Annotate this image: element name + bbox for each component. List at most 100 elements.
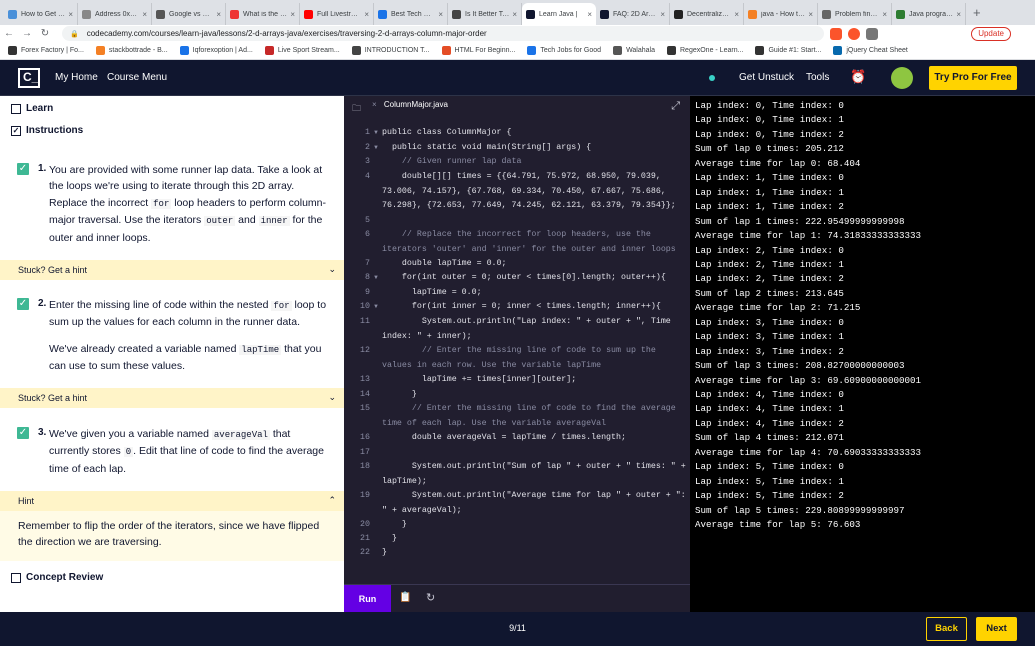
code-line[interactable]: // Given runner lap data	[382, 155, 687, 170]
notifications-bell-icon[interactable]: ⏰	[850, 69, 866, 85]
folder-icon[interactable]: 🗀	[352, 101, 361, 117]
close-tab-icon[interactable]: ×	[68, 10, 73, 19]
bookmark-item[interactable]: Iqforexoption | Ad...	[179, 46, 253, 55]
browser-tab[interactable]: Java program to×	[892, 3, 966, 25]
course-menu-link[interactable]: Course Menu	[107, 72, 167, 83]
brave-rewards-icon[interactable]	[848, 27, 860, 40]
bookmark-item[interactable]: Guide #1: Start...	[755, 46, 821, 55]
task-3: ✓ 3. We've given you a variable named av…	[17, 427, 337, 477]
copy-icon[interactable]: 📋	[399, 592, 411, 603]
code-line[interactable]: }	[382, 388, 687, 403]
close-tab-icon[interactable]: ×	[290, 10, 295, 19]
codecademy-logo[interactable]: C_	[18, 68, 40, 88]
update-button[interactable]: Update	[971, 26, 1011, 41]
file-tab[interactable]: × ColumnMajor.java	[372, 100, 448, 109]
bookmark-item[interactable]: Walahala	[613, 46, 655, 55]
browser-tab[interactable]: What is the Prim×	[226, 3, 300, 25]
checkbox-icon: ✓	[11, 125, 21, 136]
fold-arrow-icon[interactable]: ▼	[373, 275, 379, 281]
browser-tab-bar: How to Get a Sof×Address 0x073c×Google v…	[0, 0, 1035, 25]
code-line[interactable]: double[][] times = {{64.791, 75.972, 68.…	[382, 170, 687, 214]
run-button[interactable]: Run	[344, 585, 391, 612]
fold-arrow-icon[interactable]: ▼	[373, 130, 379, 136]
browser-tab[interactable]: How to Get a Sof×	[4, 3, 78, 25]
avatar[interactable]	[891, 67, 913, 89]
browser-tab[interactable]: Full Livestream ×	[300, 3, 374, 25]
learn-header[interactable]: Learn	[11, 103, 53, 114]
reset-icon[interactable]: ↻	[426, 591, 435, 604]
code-line[interactable]: System.out.println("Average time for lap…	[382, 489, 687, 518]
reload-icon[interactable]: ↻	[36, 28, 54, 39]
close-tab-icon[interactable]: ×	[808, 10, 813, 19]
brave-shield-icon[interactable]	[830, 27, 842, 40]
browser-tab[interactable]: Best Tech Comp×	[374, 3, 448, 25]
fold-arrow-icon[interactable]: ▼	[373, 304, 379, 310]
close-tab-icon[interactable]: ×	[364, 10, 369, 19]
browser-tab[interactable]: Decentralized M×	[670, 3, 744, 25]
get-unstuck-link[interactable]: Get Unstuck	[739, 72, 794, 83]
back-arrow-icon[interactable]: ←	[0, 28, 18, 39]
hint-bar-1[interactable]: Stuck? Get a hint ⌄	[0, 260, 344, 280]
close-tab-icon[interactable]: ×	[438, 10, 443, 19]
code-line[interactable]: }	[382, 532, 687, 547]
bookmark-item[interactable]: Forex Factory | Fo...	[8, 46, 84, 55]
bookmark-item[interactable]: RegexOne - Learn...	[667, 46, 743, 55]
expand-icon[interactable]: ⤢	[671, 100, 680, 113]
close-tab-icon[interactable]: ×	[216, 10, 221, 19]
bookmark-item[interactable]: INTRODUCTION T...	[351, 46, 430, 55]
code-line[interactable]: lapTime = 0.0;	[382, 286, 687, 301]
fold-arrow-icon[interactable]: ▼	[373, 145, 379, 151]
code-line[interactable]: lapTime += times[inner][outer];	[382, 373, 687, 388]
code-line[interactable]: System.out.println("Lap index: " + outer…	[382, 315, 687, 344]
close-tab-icon[interactable]: ×	[142, 10, 147, 19]
concept-review-header[interactable]: Concept Review	[11, 572, 103, 583]
code-line[interactable]: }	[382, 518, 687, 533]
close-tab-icon[interactable]: ×	[956, 10, 961, 19]
code-line[interactable]: System.out.println("Sum of lap " + outer…	[382, 460, 687, 489]
back-button[interactable]: Back	[926, 617, 967, 641]
code-line[interactable]: // Enter the missing line of code to fin…	[382, 402, 687, 431]
hint-bar-label: Stuck? Get a hint	[18, 393, 88, 403]
close-tab-icon[interactable]: ×	[882, 10, 887, 19]
bookmark-favicon-icon	[441, 46, 451, 55]
browser-tab[interactable]: Address 0x073c×	[78, 3, 152, 25]
bookmark-item[interactable]: Live Sport Stream...	[264, 46, 340, 55]
forward-arrow-icon[interactable]: →	[18, 28, 36, 39]
bookmark-favicon-icon	[8, 46, 17, 55]
bookmark-item[interactable]: HTML For Beginn...	[441, 46, 515, 55]
new-tab-icon[interactable]: +	[966, 3, 988, 25]
browser-tab[interactable]: Is It Better To In ×	[448, 3, 522, 25]
browser-tab[interactable]: java - How to D ×	[744, 3, 818, 25]
bookmark-item[interactable]: stackbottrade - B...	[95, 46, 168, 55]
code-line[interactable]: }	[382, 546, 687, 561]
address-bar[interactable]: 🔒 codecademy.com/courses/learn-java/less…	[62, 26, 824, 41]
my-home-link[interactable]: My Home	[55, 72, 98, 83]
extensions-icon[interactable]	[866, 27, 878, 40]
code-line[interactable]: for(int inner = 0; inner < times.length;…	[382, 300, 687, 315]
code-line[interactable]: double averageVal = lapTime / times.leng…	[382, 431, 687, 446]
code-line[interactable]: // Replace the incorrect for loop header…	[382, 228, 687, 257]
browser-tab[interactable]: Learn Java | ×	[522, 3, 596, 25]
bookmark-item[interactable]: Tech Jobs for Good	[527, 46, 601, 55]
browser-tab[interactable]: FAQ: 2D Arrays ×	[596, 3, 670, 25]
try-pro-button[interactable]: Try Pro For Free	[929, 66, 1017, 90]
code-line[interactable]: // Enter the missing line of code to sum…	[382, 344, 687, 373]
close-tab-icon[interactable]: ×	[734, 10, 739, 19]
code-line[interactable]: public class ColumnMajor {	[382, 126, 687, 141]
instructions-header[interactable]: ✓ Instructions	[11, 125, 83, 136]
next-button[interactable]: Next	[976, 617, 1017, 641]
code-line[interactable]: public static void main(String[] args) {	[382, 141, 687, 156]
tools-link[interactable]: Tools	[806, 72, 829, 83]
close-tab-icon[interactable]: ×	[660, 10, 665, 19]
close-tab-icon[interactable]: ×	[587, 10, 592, 19]
close-tab-icon[interactable]: ×	[372, 100, 377, 109]
browser-tab[interactable]: Google vs Faceb×	[152, 3, 226, 25]
code-line[interactable]: for(int outer = 0; outer < times[0].leng…	[382, 271, 687, 286]
code-line[interactable]: double lapTime = 0.0;	[382, 257, 687, 272]
close-tab-icon[interactable]: ×	[512, 10, 517, 19]
browser-tab[interactable]: Problem finding ×	[818, 3, 892, 25]
hint-bar-open[interactable]: Hint ⌃	[0, 491, 344, 511]
hint-content: Remember to flip the order of the iterat…	[0, 511, 344, 561]
hint-bar-2[interactable]: Stuck? Get a hint ⌄	[0, 388, 344, 408]
bookmark-item[interactable]: jQuery Cheat Sheet	[833, 46, 908, 55]
